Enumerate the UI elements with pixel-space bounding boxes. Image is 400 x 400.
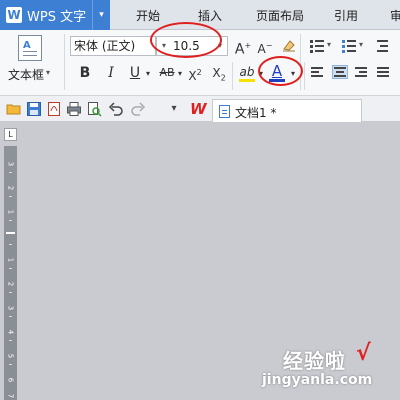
bullet-list-icon[interactable] bbox=[310, 39, 324, 53]
app-title: WPS 文字 bbox=[27, 9, 87, 25]
underline-dropdown-icon[interactable]: ▾ bbox=[144, 65, 152, 83]
document-tab[interactable]: 文档1 * bbox=[212, 99, 362, 122]
italic-button[interactable]: I bbox=[102, 64, 120, 82]
justify-icon[interactable] bbox=[376, 66, 392, 80]
ruler-number: 1 bbox=[6, 209, 15, 215]
ruler-number: 1 bbox=[6, 257, 15, 263]
quick-access-bar: ▾ W 文档1 * bbox=[0, 96, 400, 122]
align-left-icon[interactable] bbox=[310, 66, 326, 80]
wps-mark-icon[interactable]: W bbox=[190, 101, 207, 117]
highlight-button[interactable]: ab bbox=[238, 63, 256, 82]
highlight-color-bar bbox=[239, 79, 255, 82]
print-preview-icon[interactable] bbox=[86, 101, 102, 117]
font-name-value: 宋体 (正文) bbox=[74, 39, 136, 53]
watermark-text: 经验啦 bbox=[283, 349, 346, 373]
tab-review[interactable]: 审 bbox=[386, 0, 400, 30]
tab-references[interactable]: 引用 bbox=[328, 0, 364, 30]
wps-logo-icon: W bbox=[6, 7, 22, 23]
divider bbox=[64, 34, 65, 90]
ruler-number: 5 bbox=[6, 353, 15, 359]
document-tab-title: 文档1 * bbox=[235, 106, 277, 120]
shrink-font-icon[interactable]: A− bbox=[256, 37, 274, 56]
print-icon[interactable] bbox=[66, 101, 82, 117]
save-icon[interactable] bbox=[26, 101, 42, 117]
textbox-label[interactable]: 文本框 bbox=[8, 66, 44, 83]
underline-button[interactable]: U bbox=[126, 64, 144, 82]
watermark-url: jingyanla.com bbox=[262, 372, 373, 388]
annotation-circle-font-color bbox=[258, 56, 303, 86]
ruler-number: 2 bbox=[6, 185, 15, 191]
document-icon bbox=[219, 105, 230, 118]
vertical-ruler[interactable]: 3 2 1 1 2 3 4 5 6 7 bbox=[4, 146, 17, 400]
redo-icon[interactable] bbox=[130, 101, 146, 117]
ruler-number: 7 bbox=[6, 393, 15, 399]
open-folder-icon[interactable] bbox=[6, 101, 22, 117]
ruler-number: 4 bbox=[6, 329, 15, 335]
tab-stop-selector[interactable]: L bbox=[4, 128, 17, 141]
textbox-icon[interactable]: A bbox=[18, 35, 42, 61]
undo-icon[interactable] bbox=[108, 101, 124, 117]
ruler-number: 3 bbox=[6, 305, 15, 311]
customize-dropdown-icon[interactable]: ▾ bbox=[166, 101, 182, 117]
app-menu-button[interactable]: W WPS 文字 ▾ bbox=[0, 0, 110, 30]
divider bbox=[300, 34, 301, 90]
bold-button[interactable]: B bbox=[76, 64, 94, 82]
textbox-icon-glyph: A bbox=[23, 40, 31, 51]
watermark-check-icon: √ bbox=[356, 341, 371, 366]
grow-font-icon[interactable]: A+ bbox=[234, 37, 252, 58]
strikethrough-button[interactable]: AB bbox=[156, 64, 178, 82]
subscript-button[interactable]: X2 bbox=[210, 64, 228, 82]
superscript-button[interactable]: X2 bbox=[186, 64, 204, 83]
font-name-combo[interactable]: 宋体 (正文) bbox=[70, 36, 156, 56]
textbox-dropdown-icon[interactable]: ▾ bbox=[46, 68, 50, 77]
ribbon: A 文本框 ▾ 宋体 (正文) ▾ 10.5 ▾ A+ A− ▾ ▾ B I U… bbox=[0, 22, 400, 96]
ruler-number: 3 bbox=[6, 161, 15, 167]
divider bbox=[304, 62, 305, 90]
numbered-list-icon[interactable] bbox=[342, 39, 356, 53]
strikethrough-dropdown-icon[interactable]: ▾ bbox=[176, 65, 184, 83]
clear-format-icon[interactable] bbox=[280, 37, 298, 55]
ruler-number: 6 bbox=[6, 377, 15, 383]
export-pdf-icon[interactable] bbox=[46, 101, 62, 117]
numbered-list-dropdown-icon[interactable]: ▾ bbox=[359, 40, 363, 49]
align-center-icon[interactable] bbox=[332, 65, 348, 79]
tab-page-layout[interactable]: 页面布局 bbox=[250, 0, 310, 30]
bullet-list-dropdown-icon[interactable]: ▾ bbox=[327, 40, 331, 49]
annotation-circle-font-size bbox=[150, 22, 222, 58]
align-right-icon[interactable] bbox=[354, 66, 370, 80]
divider bbox=[232, 62, 233, 90]
decrease-indent-icon[interactable] bbox=[374, 39, 388, 53]
ruler-number: 2 bbox=[6, 281, 15, 287]
ruler-margin-marker[interactable] bbox=[6, 232, 15, 234]
app-menu-caret-icon[interactable]: ▾ bbox=[92, 0, 110, 30]
